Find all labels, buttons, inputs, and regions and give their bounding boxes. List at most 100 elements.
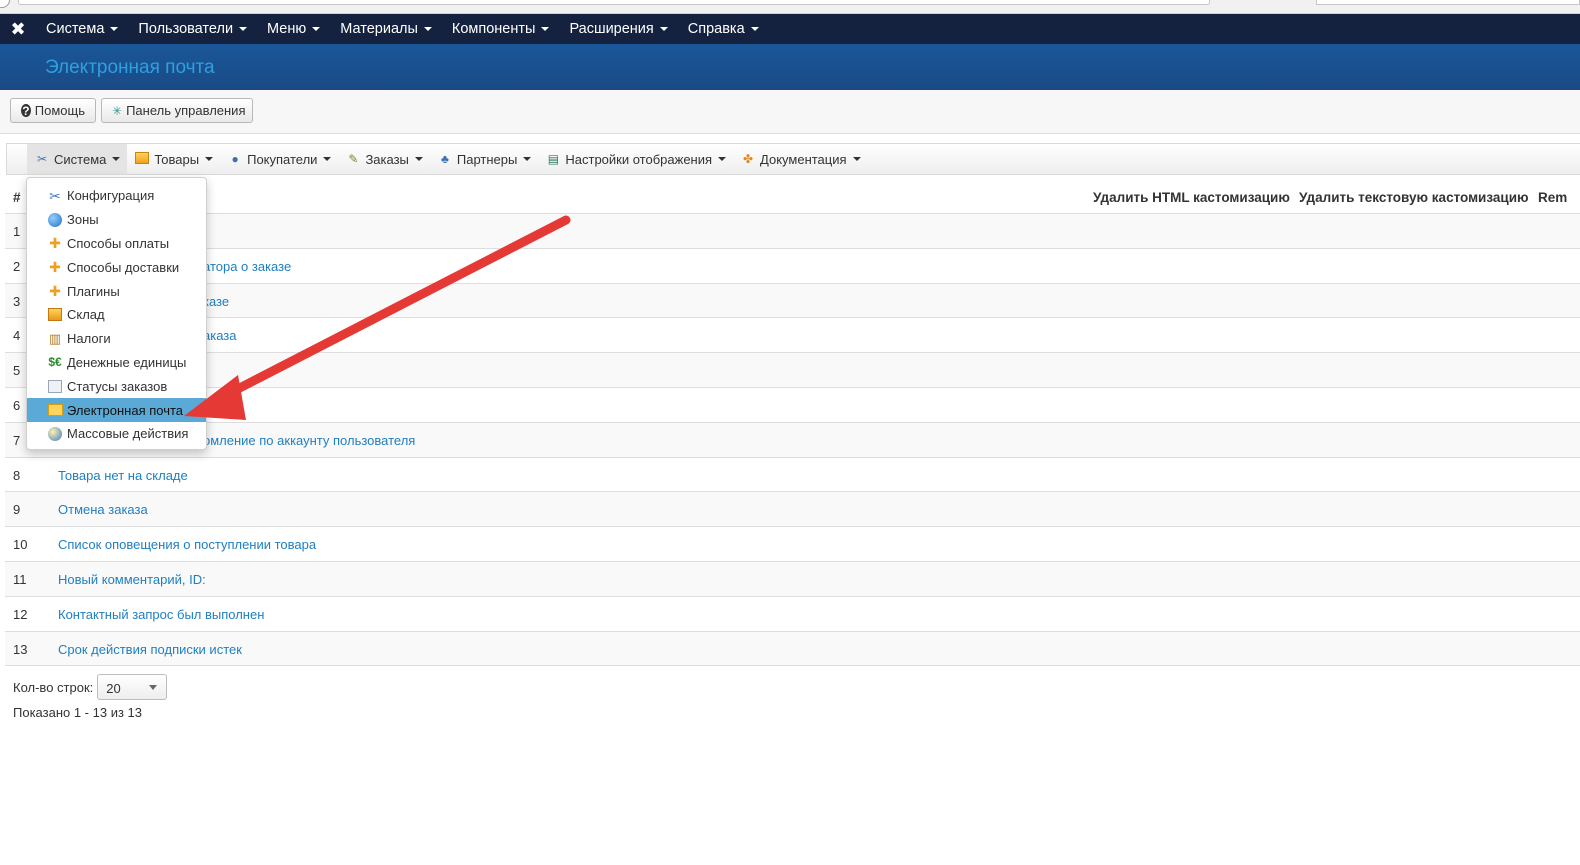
row-number: 8 xyxy=(13,467,21,483)
topnav-components[interactable]: Компоненты xyxy=(442,14,560,44)
dropdown-item-email[interactable]: Электронная почта xyxy=(27,398,206,422)
documentation-icon: ✤ xyxy=(743,152,754,166)
row-title-link[interactable]: Отмена заказа xyxy=(58,502,148,517)
submenu-documentation[interactable]: ✤ Документация xyxy=(733,144,868,174)
bank-icon: ▥ xyxy=(48,331,62,347)
rows-per-page-value: 20 xyxy=(106,681,121,696)
topnav-menus[interactable]: Меню xyxy=(257,14,330,44)
mail-icon xyxy=(47,402,63,418)
row-number: 7 xyxy=(13,432,21,448)
topnav-label: Меню xyxy=(267,21,307,37)
warehouse-icon xyxy=(47,307,63,323)
dropdown-item-shipping-methods[interactable]: ✚ Способы доставки xyxy=(27,255,206,279)
table-header: # Удалить HTML кастомизацию Удалить текс… xyxy=(5,180,1580,214)
dropdown-item-payment-methods[interactable]: ✚ Способы оплаты xyxy=(27,232,206,256)
component-submenu: ✂ Система Товары ● Покупатели ✎ Заказы ♣… xyxy=(6,143,1580,175)
submenu-orders[interactable]: ✎ Заказы xyxy=(338,144,429,174)
table-row: 6 xyxy=(5,388,1580,423)
table-row: 8 Товара нет на складе xyxy=(5,458,1580,493)
topnav-system[interactable]: Система xyxy=(36,14,128,44)
submenu-system[interactable]: ✂ Система xyxy=(27,144,128,174)
select-arrow-icon xyxy=(149,685,158,690)
column-delete-text[interactable]: Удалить текстовую кастомизацию xyxy=(1299,190,1529,205)
row-title-link[interactable]: Контактный запрос был выполнен xyxy=(58,607,264,622)
dropdown-item-label: Способы оплаты xyxy=(67,235,170,251)
row-title-link[interactable]: Новый комментарий, ID: xyxy=(58,572,206,587)
dropdown-item-mass-actions[interactable]: Массовые действия xyxy=(27,422,206,446)
dropdown-item-order-statuses[interactable]: Статусы заказов xyxy=(27,374,206,398)
row-number: 10 xyxy=(13,537,28,553)
submenu-label: Товары xyxy=(154,151,200,167)
email-templates-table: # Удалить HTML кастомизацию Удалить текс… xyxy=(5,180,1580,667)
row-number: 12 xyxy=(13,606,28,622)
topnav-help[interactable]: Справка xyxy=(678,14,769,44)
dropdown-item-configuration[interactable]: ✂ Конфигурация xyxy=(27,184,206,208)
submenu-customers[interactable]: ● Покупатели xyxy=(220,144,338,174)
row-number: 2 xyxy=(13,258,21,274)
orders-icon: ✎ xyxy=(348,152,359,166)
topnav-content[interactable]: Материалы xyxy=(330,14,442,44)
caret-down-icon xyxy=(112,157,121,161)
help-icon: ? xyxy=(21,103,31,118)
tools-icon: ✂ xyxy=(36,152,48,166)
reload-icon[interactable] xyxy=(0,0,10,8)
submenu-label: Заказы xyxy=(365,151,409,167)
dropdown-item-zones[interactable]: Зоны xyxy=(27,208,206,232)
row-title-link[interactable]: омление по аккаунту пользователя xyxy=(203,433,415,448)
folder-icon xyxy=(134,152,150,166)
dashboard-icon: ✳ xyxy=(112,103,123,118)
submenu-label: Документация xyxy=(760,151,847,167)
table-row: 5 xyxy=(5,353,1580,388)
row-title-link[interactable]: Срок действия подписки истек xyxy=(58,642,242,657)
row-title-link[interactable]: Список оповещения о поступлении товара xyxy=(58,537,316,552)
column-num[interactable]: # xyxy=(13,190,21,205)
column-delete-html[interactable]: Удалить HTML кастомизацию xyxy=(1093,190,1290,205)
dropdown-item-taxes[interactable]: ▥ Налоги xyxy=(27,327,206,351)
table-row: 11 Новый комментарий, ID: xyxy=(5,561,1580,597)
row-title-link[interactable]: аказа xyxy=(203,328,236,343)
submenu-partners[interactable]: ♣ Партнеры xyxy=(430,144,538,174)
puzzle-icon: ✚ xyxy=(49,235,61,252)
dashboard-button[interactable]: ✳ Панель управления xyxy=(101,98,253,123)
joomla-logo-icon[interactable]: ✖ xyxy=(0,14,36,44)
caret-down-icon xyxy=(423,27,432,31)
dropdown-item-label: Статусы заказов xyxy=(67,378,168,394)
caret-down-icon xyxy=(205,157,214,161)
caret-down-icon xyxy=(414,157,423,161)
order-status-icon xyxy=(47,378,63,394)
row-title-link[interactable]: атора о заказе xyxy=(203,259,291,274)
page-header: Электронная почта xyxy=(0,44,1580,90)
dropdown-item-plugins[interactable]: ✚ Плагины xyxy=(27,279,206,303)
submenu-label: Настройки отображения xyxy=(565,151,713,167)
browser-search-box[interactable] xyxy=(1316,0,1580,5)
help-button[interactable]: ? Помощь xyxy=(10,98,96,123)
caret-down-icon xyxy=(541,27,550,31)
row-title-link[interactable]: Товара нет на складе xyxy=(58,468,188,483)
dropdown-item-currencies[interactable]: $€ Денежные единицы xyxy=(27,351,206,375)
address-bar[interactable] xyxy=(18,0,1210,5)
dropdown-item-label: Плагины xyxy=(67,283,120,299)
dropdown-item-label: Налоги xyxy=(67,331,111,347)
column-remove[interactable]: Rem xyxy=(1538,190,1567,205)
topnav-extensions[interactable]: Расширения xyxy=(559,14,677,44)
table-row: 9 Отмена заказа xyxy=(5,492,1580,528)
caret-down-icon xyxy=(523,157,532,161)
caret-down-icon xyxy=(110,27,119,31)
rows-per-page-select[interactable]: 20 xyxy=(97,674,168,700)
topnav-label: Система xyxy=(46,21,105,37)
admin-top-navbar: ✖ Система Пользователи Меню Материалы Ко… xyxy=(0,14,1580,44)
topnav-label: Расширения xyxy=(569,21,654,37)
tools-icon: ✂ xyxy=(49,187,61,204)
submenu-display-settings[interactable]: ▤ Настройки отображения xyxy=(538,144,733,174)
caret-down-icon xyxy=(239,27,248,31)
dropdown-item-label: Зоны xyxy=(67,212,99,228)
dropdown-item-warehouse[interactable]: Склад xyxy=(27,303,206,327)
system-dropdown-menu: ✂ Конфигурация Зоны ✚ Способы оплаты ✚ Спос… xyxy=(26,177,207,450)
row-number: 1 xyxy=(13,224,21,239)
page-title: Электронная почта xyxy=(45,57,215,78)
submenu-products[interactable]: Товары xyxy=(127,144,220,174)
topnav-users[interactable]: Пользователи xyxy=(128,14,257,44)
table-row: 2 атора о заказе xyxy=(5,249,1580,284)
caret-down-icon xyxy=(852,157,861,161)
toolbar: ? Помощь ✳ Панель управления xyxy=(0,90,1580,134)
